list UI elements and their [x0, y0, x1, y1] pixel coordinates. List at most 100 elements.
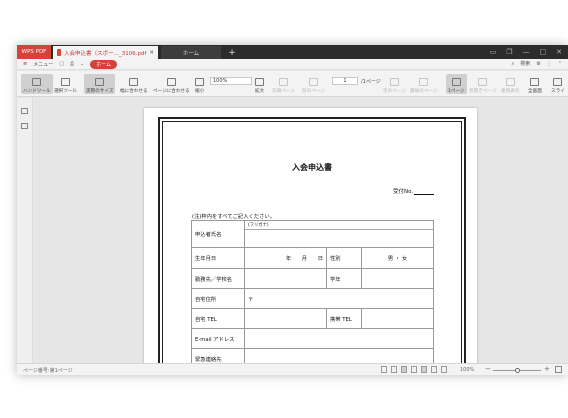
hamburger-menu-icon[interactable]: ≡	[23, 61, 27, 67]
home-tel-label: 自宅 TEL	[191, 308, 245, 329]
table-row: 自宅住所 〒	[191, 288, 434, 309]
outline-list-icon[interactable]	[21, 108, 28, 114]
next-page-button[interactable]: 次のページ	[383, 74, 406, 94]
last-page-button[interactable]: 最後のページ	[410, 74, 437, 94]
page-total: /1ページ	[361, 79, 381, 85]
next-page-label: 次のページ	[383, 89, 406, 94]
restore-window-icon[interactable]: ❐	[506, 48, 512, 56]
page-number-input[interactable]: 1	[332, 77, 358, 85]
pdf-page: 入会申込書 受付No. (注)枠内をすべてご記入ください。 申込者氏名 (フリガ…	[144, 108, 477, 375]
select-tool-label: 選択ツール	[54, 89, 77, 94]
address-field[interactable]: 〒	[244, 288, 434, 309]
actual-size-label: 実際のサイズ	[86, 89, 114, 94]
document-tab-label: 入会申込書（スポー…_3106.pdf	[63, 50, 147, 57]
table-row: 自宅 TEL 携帯 TEL	[191, 308, 434, 329]
hand-tool-button[interactable]: ハンドツール	[21, 74, 53, 94]
first-page-button[interactable]: 先頭ページ	[272, 74, 295, 94]
first-page-label: 先頭ページ	[272, 89, 295, 94]
thumbnail-icon[interactable]	[21, 123, 28, 129]
birth-field[interactable]: 年 月 日	[244, 247, 327, 269]
single-page-icon	[451, 78, 461, 86]
gender-label: 性別	[326, 247, 362, 269]
open-file-icon[interactable]: ▢	[59, 61, 64, 67]
page-border-frame: 入会申込書 受付No. (注)枠内をすべてご記入ください。 申込者氏名 (フリガ…	[158, 117, 466, 375]
slideshow-label: スライ	[551, 89, 565, 94]
actual-size-icon	[95, 78, 105, 86]
zoom-out-button[interactable]: 縮小	[195, 74, 204, 94]
first-page-icon	[278, 78, 288, 86]
receipt-label: 受付No.	[393, 189, 414, 195]
fit-window-icon[interactable]	[555, 366, 562, 373]
table-row: 生年月日 年 月 日 性別 男 ・ 女	[191, 247, 434, 269]
prev-page-button[interactable]: 前のページ	[302, 74, 325, 94]
actual-size-button[interactable]: 実際のサイズ	[84, 74, 116, 94]
print-icon[interactable]: ⎙	[70, 61, 74, 67]
select-tool-button[interactable]: 選択ツール	[54, 74, 77, 94]
page-border-inner: 入会申込書 受付No. (注)枠内をすべてご記入ください。 申込者氏名 (フリガ…	[162, 121, 462, 375]
prev-page-label: 前のページ	[302, 89, 325, 94]
form-note: (注)枠内をすべてご記入ください。	[192, 214, 276, 220]
close-window-icon[interactable]: ✕	[556, 48, 562, 56]
more-quick-icon[interactable]: ⌄	[80, 61, 84, 67]
home-tab[interactable]: ホーム	[161, 46, 221, 59]
ribbon-home-tab[interactable]: ホーム	[90, 59, 118, 69]
book-view-icon[interactable]	[431, 366, 437, 373]
gender-field[interactable]: 男 ・ 女	[361, 247, 434, 269]
prev-page-icon	[308, 78, 318, 86]
next-page-icon	[389, 78, 399, 86]
slideshow-button[interactable]: スライ	[551, 74, 565, 94]
email-field[interactable]	[244, 328, 434, 349]
search-label[interactable]: 検索	[520, 60, 530, 67]
minimize-icon[interactable]: —	[523, 48, 530, 56]
view-mode-b-icon[interactable]	[391, 366, 397, 373]
collapse-ribbon-icon[interactable]: ⌃	[558, 61, 562, 67]
two-pages-button[interactable]: 見開きページ	[469, 74, 496, 94]
single-page-view-icon[interactable]	[401, 366, 407, 373]
fit-page-button[interactable]: ページに合わせる	[153, 74, 190, 94]
zoom-slider[interactable]	[493, 368, 541, 373]
fit-page-icon	[166, 78, 176, 86]
status-zoom-value[interactable]: 100%	[460, 367, 474, 373]
page-info: ページ番号:第1ページ	[23, 368, 73, 374]
two-page-view-icon[interactable]	[411, 366, 417, 373]
name-field[interactable]: (フリガナ)	[244, 220, 434, 248]
application-form-table: 申込者氏名 (フリガナ) 生年月日 年 月 日 性別 男 ・ 女 勤務先／学校名	[191, 220, 434, 369]
zoom-slider-knob[interactable]	[515, 368, 520, 373]
last-page-icon	[419, 78, 429, 86]
workplace-field[interactable]	[244, 268, 327, 289]
fit-page-label: ページに合わせる	[153, 89, 190, 94]
zoom-in-small-button[interactable]: +	[544, 365, 550, 373]
search-icon[interactable]: ⌕	[511, 61, 514, 67]
window-controls: ▭ ❐ — □ ✕	[490, 47, 562, 57]
document-workspace[interactable]: 入会申込書 受付No. (注)枠内をすべてご記入ください。 申込者氏名 (フリガ…	[34, 98, 568, 375]
zoom-out-small-button[interactable]: −	[485, 365, 491, 373]
grade-field[interactable]	[361, 268, 434, 289]
mobile-tel-label: 携帯 TEL	[326, 308, 362, 329]
left-sidebar	[17, 98, 33, 363]
continuous-button[interactable]: 連続表示	[501, 74, 519, 94]
more-icon[interactable]: ⋮	[547, 61, 552, 67]
maximize-icon[interactable]: □	[540, 48, 547, 56]
settings-icon[interactable]: ⚙	[536, 61, 540, 67]
zoom-in-button[interactable]: 拡大	[255, 74, 264, 94]
email-label: E-mail アドレス	[191, 328, 245, 349]
zoom-input[interactable]: 100%	[210, 77, 252, 85]
app-tab-wps-pdf[interactable]: WPS PDF	[17, 45, 51, 59]
mobile-tel-field[interactable]	[361, 308, 434, 329]
fullscreen-button[interactable]: 全画面	[528, 74, 542, 94]
home-tel-field[interactable]	[244, 308, 327, 329]
new-tab-button[interactable]: +	[226, 46, 238, 59]
ribbon-toolbar: ハンドツール 選択ツール 実際のサイズ 幅に合わせる ページに合わせる 縮小 1…	[17, 71, 568, 97]
continuous-view-icon[interactable]	[421, 366, 427, 373]
menu-label[interactable]: メニュー	[33, 61, 53, 68]
close-tab-icon[interactable]: ✕	[149, 50, 154, 56]
name-label-cell: 申込者氏名	[191, 220, 245, 248]
app-window: WPS PDF 入会申込書（スポー…_3106.pdf ✕ ホーム + ▭ ❐ …	[17, 45, 568, 375]
grid-view-icon[interactable]	[441, 366, 447, 373]
grade-label: 学年	[326, 268, 362, 289]
single-page-button[interactable]: 1ページ	[446, 74, 467, 94]
view-mode-a-icon[interactable]	[381, 366, 387, 373]
tablet-mode-icon[interactable]: ▭	[490, 48, 497, 56]
fit-width-button[interactable]: 幅に合わせる	[120, 74, 148, 94]
document-tab[interactable]: 入会申込書（スポー…_3106.pdf ✕	[53, 46, 158, 59]
